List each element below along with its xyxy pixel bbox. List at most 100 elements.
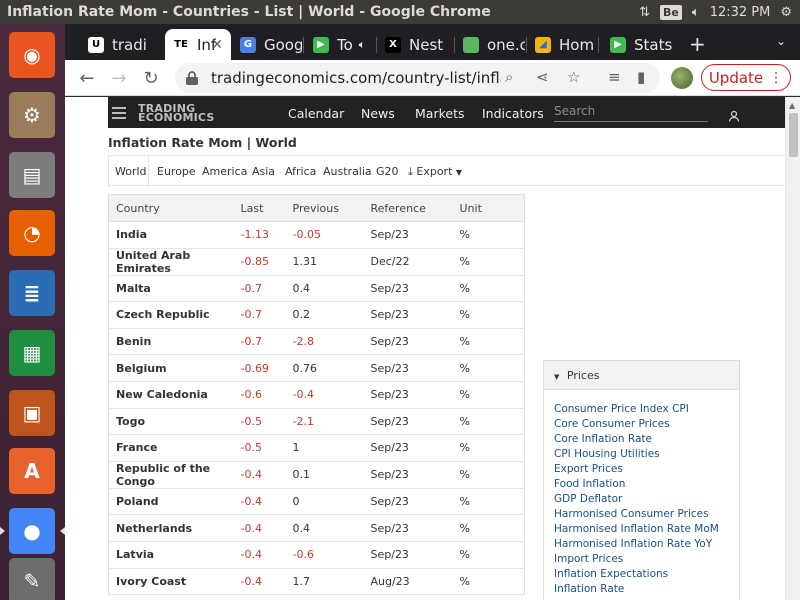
network-arrows-icon[interactable]: ⇅ — [639, 5, 650, 20]
launcher-firefox[interactable]: ◔ — [5, 206, 59, 260]
table-row[interactable]: Netherlands -0.4 0.4 Sep/23% — [108, 514, 525, 542]
export-dropdown[interactable]: ⤓ Export ▼ — [408, 165, 462, 179]
user-icon[interactable] — [728, 107, 740, 122]
table-row[interactable]: France -0.5 1 Sep/23% — [108, 434, 525, 462]
url-text[interactable]: tradingeconomics.com/country-list/inflat… — [211, 69, 501, 87]
table-row[interactable]: Malta -0.7 0.4 Sep/23% — [108, 275, 525, 303]
region-world[interactable]: World — [115, 165, 147, 178]
cell-country[interactable]: New Caledonia — [108, 381, 234, 409]
launcher-chrome[interactable]: ● — [0, 504, 65, 558]
clock[interactable]: 12:32 PM — [710, 5, 771, 20]
prices-link[interactable]: Harmonised Consumer Prices — [554, 508, 739, 523]
media-queue-icon[interactable]: ≡ — [608, 68, 621, 86]
nav-indicators[interactable]: Indicators — [482, 106, 544, 121]
table-row[interactable]: Poland -0.4 0 Sep/23% — [108, 488, 525, 516]
prices-link[interactable]: Harmonised Inflation Rate MoM — [554, 523, 739, 538]
forward-arrow-icon[interactable]: → — [107, 66, 131, 90]
close-tab-icon[interactable]: ✕ — [211, 37, 223, 53]
cell-country[interactable]: Belgium — [108, 354, 234, 382]
launcher-text-editor[interactable]: ✎ — [5, 554, 59, 600]
launcher-libreoffice-calc[interactable]: ▦ — [5, 326, 59, 380]
prices-link[interactable]: Export Prices — [554, 463, 739, 478]
cell-country[interactable]: Togo — [108, 408, 234, 436]
cell-country[interactable]: United Arab Emirates — [108, 248, 234, 276]
reload-icon[interactable]: ↻ — [139, 66, 163, 90]
cell-country[interactable]: Republic of the Congo — [108, 461, 234, 489]
site-logo[interactable]: TRADING ECONOMICS — [138, 103, 215, 123]
share-icon[interactable]: ⋖ — [536, 68, 549, 86]
table-row[interactable]: United Arab Emirates -0.85 1.31 Dec/22% — [108, 248, 525, 276]
launcher-files[interactable]: ▤ — [5, 148, 59, 202]
lock-icon[interactable] — [185, 70, 199, 86]
prices-link[interactable]: Core Consumer Prices — [554, 418, 739, 433]
header-last[interactable]: Last — [233, 194, 286, 222]
site-search-input[interactable]: Search — [554, 104, 708, 122]
zoom-magnifier-icon[interactable]: ⌕ — [505, 68, 513, 86]
browser-tab[interactable]: G Goog — [232, 29, 302, 60]
region-australia[interactable]: Australia — [323, 165, 372, 178]
browser-tab[interactable]: ▶ To 🔈︎ — [305, 29, 375, 60]
tab-search-chevron-icon[interactable]: ⌄ — [776, 34, 786, 48]
launcher-libreoffice-impress[interactable]: ▣ — [5, 386, 59, 440]
cell-country[interactable]: Latvia — [108, 541, 234, 569]
bookmark-star-icon[interactable]: ☆ — [567, 68, 580, 86]
table-row[interactable]: Ivory Coast -0.4 1.7 Aug/23% — [108, 568, 525, 596]
cell-country[interactable]: Czech Republic — [108, 301, 234, 329]
prices-link[interactable]: Inflation Rate — [554, 583, 739, 598]
table-row[interactable]: Benin -0.7 -2.8 Sep/23% — [108, 328, 525, 356]
hamburger-menu-icon[interactable] — [112, 107, 126, 122]
prices-link[interactable]: Inflation Expectations — [554, 568, 739, 583]
address-bar[interactable]: tradingeconomics.com/country-list/inflat… — [175, 63, 660, 93]
power-gear-icon[interactable]: ⚙ — [780, 5, 792, 20]
scrollbar-thumb[interactable] — [789, 113, 798, 157]
table-row[interactable]: Togo -0.5 -2.1 Sep/23% — [108, 408, 525, 436]
prices-link[interactable]: Import Prices — [554, 553, 739, 568]
cell-country[interactable]: Malta — [108, 275, 234, 303]
volume-icon[interactable]: 🔈︎ — [692, 5, 700, 20]
prices-link[interactable]: GDP Deflator — [554, 493, 739, 508]
cell-country[interactable]: Netherlands — [108, 514, 234, 542]
header-unit[interactable]: Unit — [452, 194, 525, 222]
prices-link[interactable]: Food Inflation — [554, 478, 739, 493]
table-row[interactable]: Czech Republic -0.7 0.2 Sep/23% — [108, 301, 525, 329]
cell-country[interactable]: Ivory Coast — [108, 568, 234, 596]
region-america[interactable]: America — [202, 165, 247, 178]
table-row[interactable]: Belgium -0.69 0.76 Sep/23% — [108, 354, 525, 382]
browser-tab[interactable]: Utradi — [80, 29, 150, 60]
prices-link[interactable]: Harmonised Inflation Rate YoY — [554, 538, 739, 553]
nav-markets[interactable]: Markets — [415, 106, 464, 121]
region-asia[interactable]: Asia — [252, 165, 275, 178]
update-button[interactable]: Update ⋮ — [701, 64, 791, 91]
table-row[interactable]: Republic of the Congo -0.4 0.1 Sep/23% — [108, 461, 525, 489]
launcher-libreoffice-writer[interactable]: ≣ — [5, 266, 59, 320]
table-row[interactable]: Latvia -0.4 -0.6 Sep/23% — [108, 541, 525, 569]
new-tab-button[interactable]: + — [689, 32, 706, 56]
table-row[interactable]: New Caledonia -0.6 -0.4 Sep/23% — [108, 381, 525, 409]
region-europe[interactable]: Europe — [157, 165, 196, 178]
browser-tab[interactable]: ◢ Hom — [527, 29, 597, 60]
header-previous[interactable]: Previous — [285, 194, 364, 222]
nav-calendar[interactable]: Calendar — [288, 106, 344, 121]
cell-country[interactable]: Poland — [108, 488, 234, 516]
browser-tab[interactable]: TE Inf ✕ — [165, 29, 231, 60]
scroll-up-arrow-icon[interactable]: ▲ — [789, 101, 795, 110]
page-scrollbar[interactable]: ▲ — [785, 97, 800, 600]
launcher-software-center[interactable]: A — [5, 444, 59, 498]
nav-news[interactable]: News — [361, 106, 395, 121]
tab-audio-icon[interactable]: 🔈︎ — [359, 38, 366, 52]
region-africa[interactable]: Africa — [285, 165, 316, 178]
table-row[interactable]: India -1.13 -0.05 Sep/23% — [108, 221, 525, 249]
prices-link[interactable]: CPI Housing Utilities — [554, 448, 739, 463]
prices-link[interactable]: Core Inflation Rate — [554, 433, 739, 448]
profile-avatar[interactable] — [671, 67, 693, 89]
prices-link[interactable]: Consumer Price Index CPI — [554, 403, 739, 418]
back-arrow-icon[interactable]: ← — [75, 66, 99, 90]
cell-country[interactable]: India — [108, 221, 234, 249]
prices-panel-header[interactable]: ▼ Prices — [544, 361, 739, 390]
launcher-ubuntu-dash[interactable]: ◉ — [5, 28, 59, 82]
header-reference[interactable]: Reference — [363, 194, 453, 222]
header-country[interactable]: Country — [108, 194, 234, 222]
side-panel-icon[interactable]: ▮ — [637, 68, 645, 86]
region-g20[interactable]: G20 — [376, 165, 399, 178]
keyboard-layout-indicator[interactable]: Be — [660, 4, 682, 20]
